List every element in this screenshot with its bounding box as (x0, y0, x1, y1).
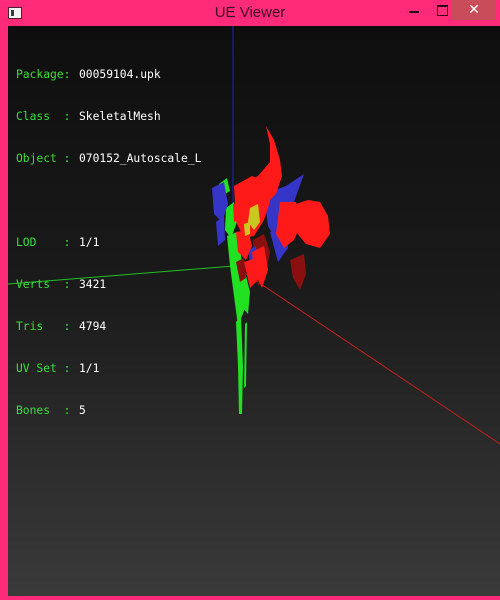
title-bar[interactable]: UE Viewer ✕ (4, 0, 496, 26)
info-label: Tris : (16, 320, 71, 333)
info-label: Class : (16, 110, 71, 123)
info-value: 5 (79, 404, 86, 417)
info-value: 3421 (79, 278, 107, 291)
info-label: UV Set : (16, 362, 71, 375)
info-row-uvset: UV Set : 1/1 (16, 362, 201, 376)
info-value: 00059104.upk (79, 68, 161, 81)
info-row-verts: Verts : 3421 (16, 278, 201, 292)
3d-viewport[interactable]: Package: 00059104.upk Class : SkeletalMesh… (8, 26, 500, 596)
close-button[interactable]: ✕ (452, 0, 496, 20)
info-value: 4794 (79, 320, 107, 333)
info-label: Bones : (16, 404, 71, 417)
info-row-lod: LOD : 1/1 (16, 236, 201, 250)
mesh-red-part (233, 126, 330, 288)
info-row-package: Package: 00059104.upk (16, 68, 201, 82)
info-value: 1/1 (79, 236, 100, 249)
info-label: Object : (16, 152, 71, 165)
info-row-class: Class : SkeletalMesh (16, 110, 201, 124)
minimize-icon (409, 11, 419, 13)
info-row-tris: Tris : 4794 (16, 320, 201, 334)
info-value: SkeletalMesh (79, 110, 161, 123)
x-axis-line (233, 265, 500, 445)
mesh-info-panel: Package: 00059104.upk Class : SkeletalMesh… (16, 40, 201, 446)
info-value: 1/1 (79, 362, 100, 375)
minimize-button[interactable] (400, 0, 428, 20)
info-label: Verts : (16, 278, 71, 291)
info-label: Package: (16, 68, 71, 81)
maximize-icon (436, 4, 448, 16)
info-value: 070152_Autoscale_L (79, 152, 202, 165)
info-row-object: Object : 070152_Autoscale_L (16, 152, 201, 166)
info-row-bones: Bones : 5 (16, 404, 201, 418)
info-label: LOD : (16, 236, 71, 249)
app-window: UE Viewer ✕ Package: 00059104.upk Class … (0, 0, 500, 600)
close-icon: ✕ (468, 2, 480, 18)
